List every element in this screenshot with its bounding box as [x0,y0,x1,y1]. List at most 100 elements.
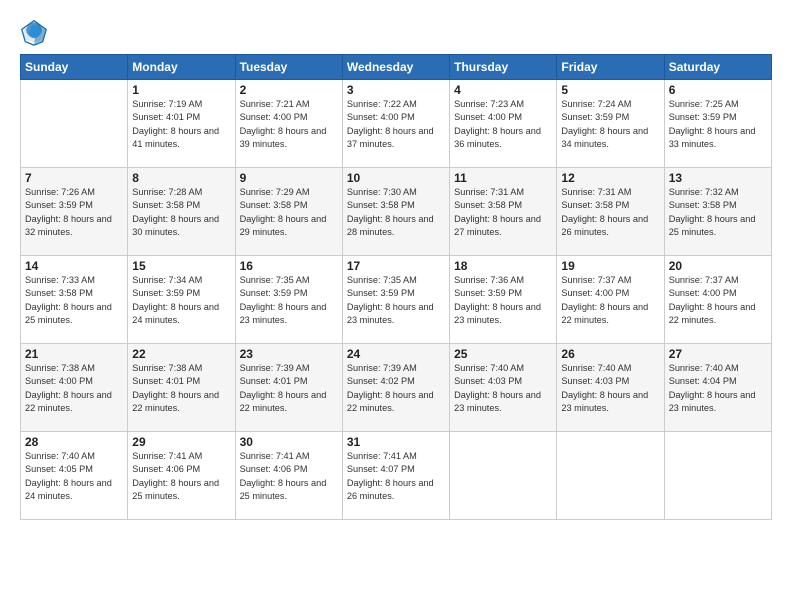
day-info: Sunrise: 7:32 AMSunset: 3:58 PMDaylight:… [669,186,767,239]
logo-icon [20,18,48,46]
day-info: Sunrise: 7:37 AMSunset: 4:00 PMDaylight:… [669,274,767,327]
calendar-cell: 31Sunrise: 7:41 AMSunset: 4:07 PMDayligh… [342,432,449,520]
day-number: 11 [454,171,552,185]
calendar-cell: 17Sunrise: 7:35 AMSunset: 3:59 PMDayligh… [342,256,449,344]
day-info: Sunrise: 7:21 AMSunset: 4:00 PMDaylight:… [240,98,338,151]
day-number: 26 [561,347,659,361]
calendar-cell: 15Sunrise: 7:34 AMSunset: 3:59 PMDayligh… [128,256,235,344]
day-number: 15 [132,259,230,273]
calendar-cell: 22Sunrise: 7:38 AMSunset: 4:01 PMDayligh… [128,344,235,432]
day-number: 17 [347,259,445,273]
calendar-cell: 29Sunrise: 7:41 AMSunset: 4:06 PMDayligh… [128,432,235,520]
calendar-header-thursday: Thursday [450,55,557,80]
calendar-cell: 18Sunrise: 7:36 AMSunset: 3:59 PMDayligh… [450,256,557,344]
calendar-cell: 30Sunrise: 7:41 AMSunset: 4:06 PMDayligh… [235,432,342,520]
day-number: 5 [561,83,659,97]
calendar-cell: 19Sunrise: 7:37 AMSunset: 4:00 PMDayligh… [557,256,664,344]
calendar-cell: 11Sunrise: 7:31 AMSunset: 3:58 PMDayligh… [450,168,557,256]
calendar-cell: 27Sunrise: 7:40 AMSunset: 4:04 PMDayligh… [664,344,771,432]
calendar-cell: 26Sunrise: 7:40 AMSunset: 4:03 PMDayligh… [557,344,664,432]
calendar-cell: 9Sunrise: 7:29 AMSunset: 3:58 PMDaylight… [235,168,342,256]
calendar-cell: 10Sunrise: 7:30 AMSunset: 3:58 PMDayligh… [342,168,449,256]
day-info: Sunrise: 7:38 AMSunset: 4:01 PMDaylight:… [132,362,230,415]
calendar-header-wednesday: Wednesday [342,55,449,80]
day-number: 16 [240,259,338,273]
calendar-cell: 3Sunrise: 7:22 AMSunset: 4:00 PMDaylight… [342,80,449,168]
day-number: 19 [561,259,659,273]
day-number: 22 [132,347,230,361]
day-info: Sunrise: 7:35 AMSunset: 3:59 PMDaylight:… [347,274,445,327]
day-number: 31 [347,435,445,449]
calendar-cell: 4Sunrise: 7:23 AMSunset: 4:00 PMDaylight… [450,80,557,168]
day-number: 10 [347,171,445,185]
calendar-cell: 28Sunrise: 7:40 AMSunset: 4:05 PMDayligh… [21,432,128,520]
calendar-cell: 12Sunrise: 7:31 AMSunset: 3:58 PMDayligh… [557,168,664,256]
calendar-cell: 6Sunrise: 7:25 AMSunset: 3:59 PMDaylight… [664,80,771,168]
day-number: 9 [240,171,338,185]
day-number: 14 [25,259,123,273]
calendar-week-2: 14Sunrise: 7:33 AMSunset: 3:58 PMDayligh… [21,256,772,344]
day-number: 28 [25,435,123,449]
day-number: 30 [240,435,338,449]
calendar-cell: 2Sunrise: 7:21 AMSunset: 4:00 PMDaylight… [235,80,342,168]
calendar-cell: 23Sunrise: 7:39 AMSunset: 4:01 PMDayligh… [235,344,342,432]
day-number: 12 [561,171,659,185]
day-number: 4 [454,83,552,97]
calendar-cell: 5Sunrise: 7:24 AMSunset: 3:59 PMDaylight… [557,80,664,168]
calendar-cell: 21Sunrise: 7:38 AMSunset: 4:00 PMDayligh… [21,344,128,432]
calendar-cell: 8Sunrise: 7:28 AMSunset: 3:58 PMDaylight… [128,168,235,256]
logo [20,18,52,46]
day-info: Sunrise: 7:26 AMSunset: 3:59 PMDaylight:… [25,186,123,239]
calendar-header-sunday: Sunday [21,55,128,80]
day-info: Sunrise: 7:35 AMSunset: 3:59 PMDaylight:… [240,274,338,327]
day-info: Sunrise: 7:37 AMSunset: 4:00 PMDaylight:… [561,274,659,327]
calendar-header-friday: Friday [557,55,664,80]
day-number: 1 [132,83,230,97]
day-number: 23 [240,347,338,361]
day-info: Sunrise: 7:40 AMSunset: 4:04 PMDaylight:… [669,362,767,415]
day-info: Sunrise: 7:40 AMSunset: 4:05 PMDaylight:… [25,450,123,503]
calendar-cell: 24Sunrise: 7:39 AMSunset: 4:02 PMDayligh… [342,344,449,432]
calendar-cell [21,80,128,168]
calendar-cell [664,432,771,520]
day-number: 3 [347,83,445,97]
calendar-cell: 13Sunrise: 7:32 AMSunset: 3:58 PMDayligh… [664,168,771,256]
calendar-week-4: 28Sunrise: 7:40 AMSunset: 4:05 PMDayligh… [21,432,772,520]
calendar-week-1: 7Sunrise: 7:26 AMSunset: 3:59 PMDaylight… [21,168,772,256]
day-number: 27 [669,347,767,361]
calendar-cell [450,432,557,520]
calendar-week-3: 21Sunrise: 7:38 AMSunset: 4:00 PMDayligh… [21,344,772,432]
day-info: Sunrise: 7:24 AMSunset: 3:59 PMDaylight:… [561,98,659,151]
calendar-cell: 1Sunrise: 7:19 AMSunset: 4:01 PMDaylight… [128,80,235,168]
day-info: Sunrise: 7:29 AMSunset: 3:58 PMDaylight:… [240,186,338,239]
day-info: Sunrise: 7:36 AMSunset: 3:59 PMDaylight:… [454,274,552,327]
day-number: 25 [454,347,552,361]
calendar-week-0: 1Sunrise: 7:19 AMSunset: 4:01 PMDaylight… [21,80,772,168]
day-info: Sunrise: 7:28 AMSunset: 3:58 PMDaylight:… [132,186,230,239]
day-info: Sunrise: 7:40 AMSunset: 4:03 PMDaylight:… [561,362,659,415]
header [20,18,772,46]
calendar-cell: 16Sunrise: 7:35 AMSunset: 3:59 PMDayligh… [235,256,342,344]
calendar-cell [557,432,664,520]
day-info: Sunrise: 7:41 AMSunset: 4:06 PMDaylight:… [132,450,230,503]
day-info: Sunrise: 7:19 AMSunset: 4:01 PMDaylight:… [132,98,230,151]
day-number: 24 [347,347,445,361]
day-info: Sunrise: 7:31 AMSunset: 3:58 PMDaylight:… [561,186,659,239]
day-info: Sunrise: 7:31 AMSunset: 3:58 PMDaylight:… [454,186,552,239]
day-number: 8 [132,171,230,185]
day-number: 6 [669,83,767,97]
day-info: Sunrise: 7:22 AMSunset: 4:00 PMDaylight:… [347,98,445,151]
day-info: Sunrise: 7:39 AMSunset: 4:01 PMDaylight:… [240,362,338,415]
calendar-header-saturday: Saturday [664,55,771,80]
day-info: Sunrise: 7:34 AMSunset: 3:59 PMDaylight:… [132,274,230,327]
day-number: 21 [25,347,123,361]
calendar-header-monday: Monday [128,55,235,80]
day-info: Sunrise: 7:40 AMSunset: 4:03 PMDaylight:… [454,362,552,415]
day-number: 20 [669,259,767,273]
day-info: Sunrise: 7:25 AMSunset: 3:59 PMDaylight:… [669,98,767,151]
day-info: Sunrise: 7:39 AMSunset: 4:02 PMDaylight:… [347,362,445,415]
day-info: Sunrise: 7:23 AMSunset: 4:00 PMDaylight:… [454,98,552,151]
day-number: 29 [132,435,230,449]
calendar-cell: 14Sunrise: 7:33 AMSunset: 3:58 PMDayligh… [21,256,128,344]
calendar: SundayMondayTuesdayWednesdayThursdayFrid… [20,54,772,520]
